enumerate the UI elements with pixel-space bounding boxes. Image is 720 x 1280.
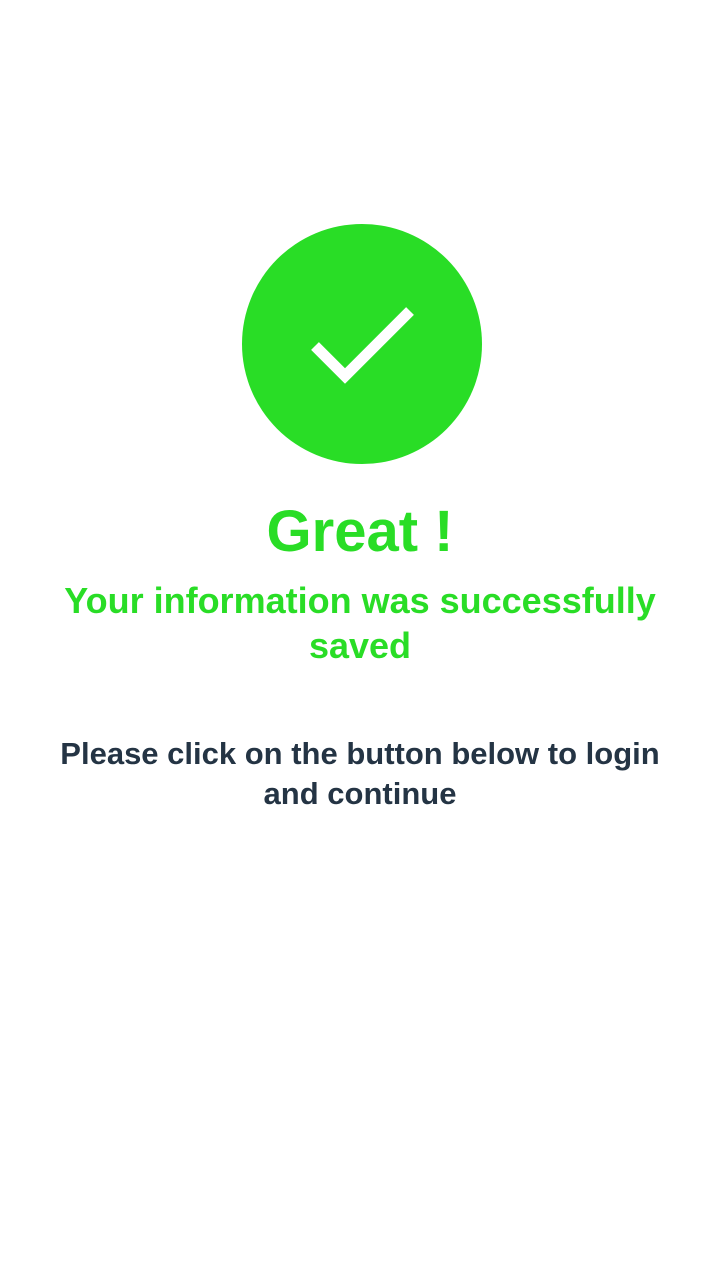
success-title: Great ! [266,499,454,564]
success-screen: Great ! Your information was successfull… [0,0,720,1280]
success-message: Your information was successfully saved [64,580,656,666]
success-circle [242,224,482,464]
login-instruction: Please click on the button below to logi… [60,736,660,811]
check-icon [311,307,414,384]
